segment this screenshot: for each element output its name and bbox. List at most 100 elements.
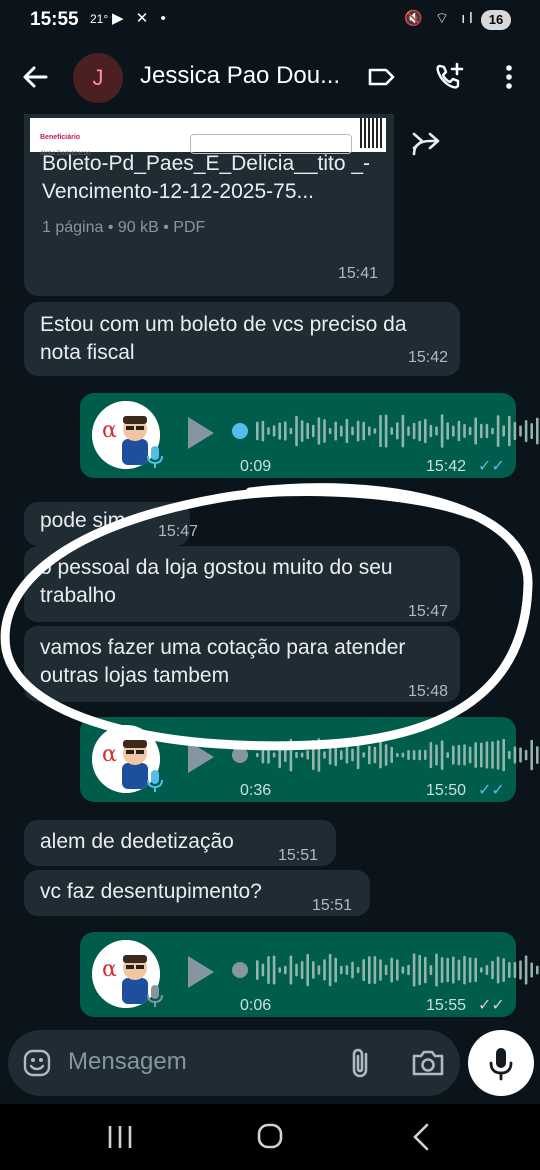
waveform-bar <box>340 425 343 437</box>
waveform-bar <box>340 750 343 760</box>
waveform-bar <box>362 421 365 441</box>
playback-handle[interactable] <box>232 747 248 763</box>
waveform-bar <box>368 745 371 765</box>
waveform[interactable] <box>230 950 540 990</box>
waveform-bar <box>373 956 377 984</box>
waveform-bar <box>457 959 461 981</box>
chat-area[interactable]: Beneficiário Alpha Dedetizacao Boleto-Pd… <box>0 114 540 1030</box>
message-text: Estou com um boleto de vcs preciso da no… <box>40 313 407 364</box>
waveform-bar <box>424 418 427 444</box>
incoming-message[interactable]: Estou com um boleto de vcs preciso da no… <box>24 302 460 376</box>
waveform-bar <box>485 741 489 769</box>
waveform-bar <box>457 420 461 442</box>
home-icon[interactable] <box>250 1120 290 1154</box>
waveform-bar <box>418 420 421 442</box>
waveform-bar <box>284 748 287 762</box>
label-icon[interactable] <box>364 60 398 94</box>
waveform-bar <box>328 745 332 765</box>
waveform-bar <box>256 752 259 758</box>
camera-icon[interactable] <box>410 1046 446 1080</box>
incoming-message[interactable]: alem de dedetização 15:51 <box>24 820 336 866</box>
more-vert-icon[interactable] <box>492 60 526 94</box>
document-file-name: Boleto-Pd_Paes_E_Delicia__tito _-Vencime… <box>42 152 371 203</box>
waveform-bar <box>278 967 281 973</box>
waveform-bar <box>306 953 309 987</box>
waveform-bar <box>446 752 449 758</box>
voice-message[interactable]: α 0:09 15:42 ✓✓ <box>80 393 539 478</box>
recent-apps-icon[interactable] <box>100 1120 140 1154</box>
waveform-bar <box>502 425 505 437</box>
message-text: pode sim <box>40 509 126 532</box>
back-icon[interactable] <box>402 1120 442 1154</box>
waveform-bar <box>351 748 354 762</box>
waveform-bar <box>256 960 259 980</box>
waveform-bar <box>390 427 393 435</box>
incoming-message[interactable]: o pessoal da loja gostou muito do seu tr… <box>24 546 460 622</box>
waveform-bar <box>412 750 416 760</box>
play-icon[interactable] <box>184 413 218 453</box>
waveform-bar <box>435 953 438 987</box>
waveform-bar <box>384 744 388 766</box>
play-icon[interactable] <box>184 737 218 777</box>
waveform-bar <box>429 965 433 976</box>
waveform-bar <box>300 960 304 980</box>
waveform-bar <box>323 751 326 759</box>
waveform-bar <box>452 956 455 984</box>
voice-record-button[interactable] <box>468 1030 534 1096</box>
document-message[interactable]: Beneficiário Alpha Dedetizacao Boleto-Pd… <box>24 114 394 296</box>
waveform-bar <box>278 422 281 440</box>
waveform-bar <box>317 965 321 975</box>
voice-message[interactable]: α 0:36 15:50 ✓✓ <box>80 717 539 802</box>
waveform-bar <box>496 740 500 770</box>
emoji-sticker-icon[interactable] <box>22 1048 52 1078</box>
waveform[interactable] <box>230 411 540 451</box>
waveform-bar <box>368 956 371 984</box>
waveform-bar <box>345 746 349 764</box>
waveform-bar <box>513 746 517 764</box>
attach-icon[interactable] <box>346 1046 376 1080</box>
waveform-bar <box>530 739 533 771</box>
waveform-bar <box>379 959 382 981</box>
back-arrow-icon[interactable] <box>18 60 52 94</box>
waveform-bar <box>323 959 326 981</box>
waveform-bar <box>435 426 438 436</box>
message-text: vamos fazer uma cotação para atender out… <box>40 636 406 687</box>
message-composer: Mensagem <box>8 1030 460 1096</box>
waveform-bar <box>289 427 293 435</box>
waveform-bar <box>261 420 265 442</box>
waveform-bar <box>390 957 393 983</box>
status-time: 15:55 <box>30 9 79 30</box>
waveform[interactable] <box>230 735 540 775</box>
forward-icon[interactable] <box>400 128 450 162</box>
battery-indicator: 16 <box>481 10 511 30</box>
waveform-bar <box>463 955 466 985</box>
waveform-bar <box>384 964 388 976</box>
message-input[interactable]: Mensagem <box>68 1048 187 1076</box>
waveform-bar <box>362 752 365 758</box>
waveform-bar <box>300 752 304 758</box>
status-notification-icons: ▶ ✕ • <box>112 10 170 27</box>
contact-name[interactable]: Jessica Pao Dou... <box>140 62 352 90</box>
waveform-bar <box>379 741 382 769</box>
incoming-message[interactable]: vamos fazer uma cotação para atender out… <box>24 626 460 702</box>
waveform-bar <box>306 422 309 440</box>
playback-handle[interactable] <box>232 962 248 978</box>
waveform-bar <box>418 749 421 761</box>
waveform-bar <box>396 422 399 440</box>
waveform-bar <box>412 953 416 987</box>
waveform-bar <box>485 423 489 439</box>
add-call-icon[interactable] <box>432 60 466 94</box>
waveform-bar <box>300 420 304 442</box>
play-icon[interactable] <box>184 952 218 992</box>
playback-handle[interactable] <box>232 423 248 439</box>
waveform-bar <box>519 425 522 437</box>
waveform-bar <box>401 414 405 448</box>
waveform-bar <box>468 426 472 436</box>
incoming-message[interactable]: vc faz desentupimento? 15:51 <box>24 870 370 916</box>
waveform-bar <box>379 414 382 448</box>
contact-avatar[interactable]: J <box>73 53 123 103</box>
voice-message[interactable]: α 0:06 15:55 ✓✓ <box>80 932 539 1017</box>
pdf-thumbnail[interactable]: Beneficiário Alpha Dedetizacao <box>30 118 386 157</box>
incoming-message[interactable]: pode sim 15:47 <box>24 502 198 546</box>
waveform-bar <box>440 957 444 983</box>
